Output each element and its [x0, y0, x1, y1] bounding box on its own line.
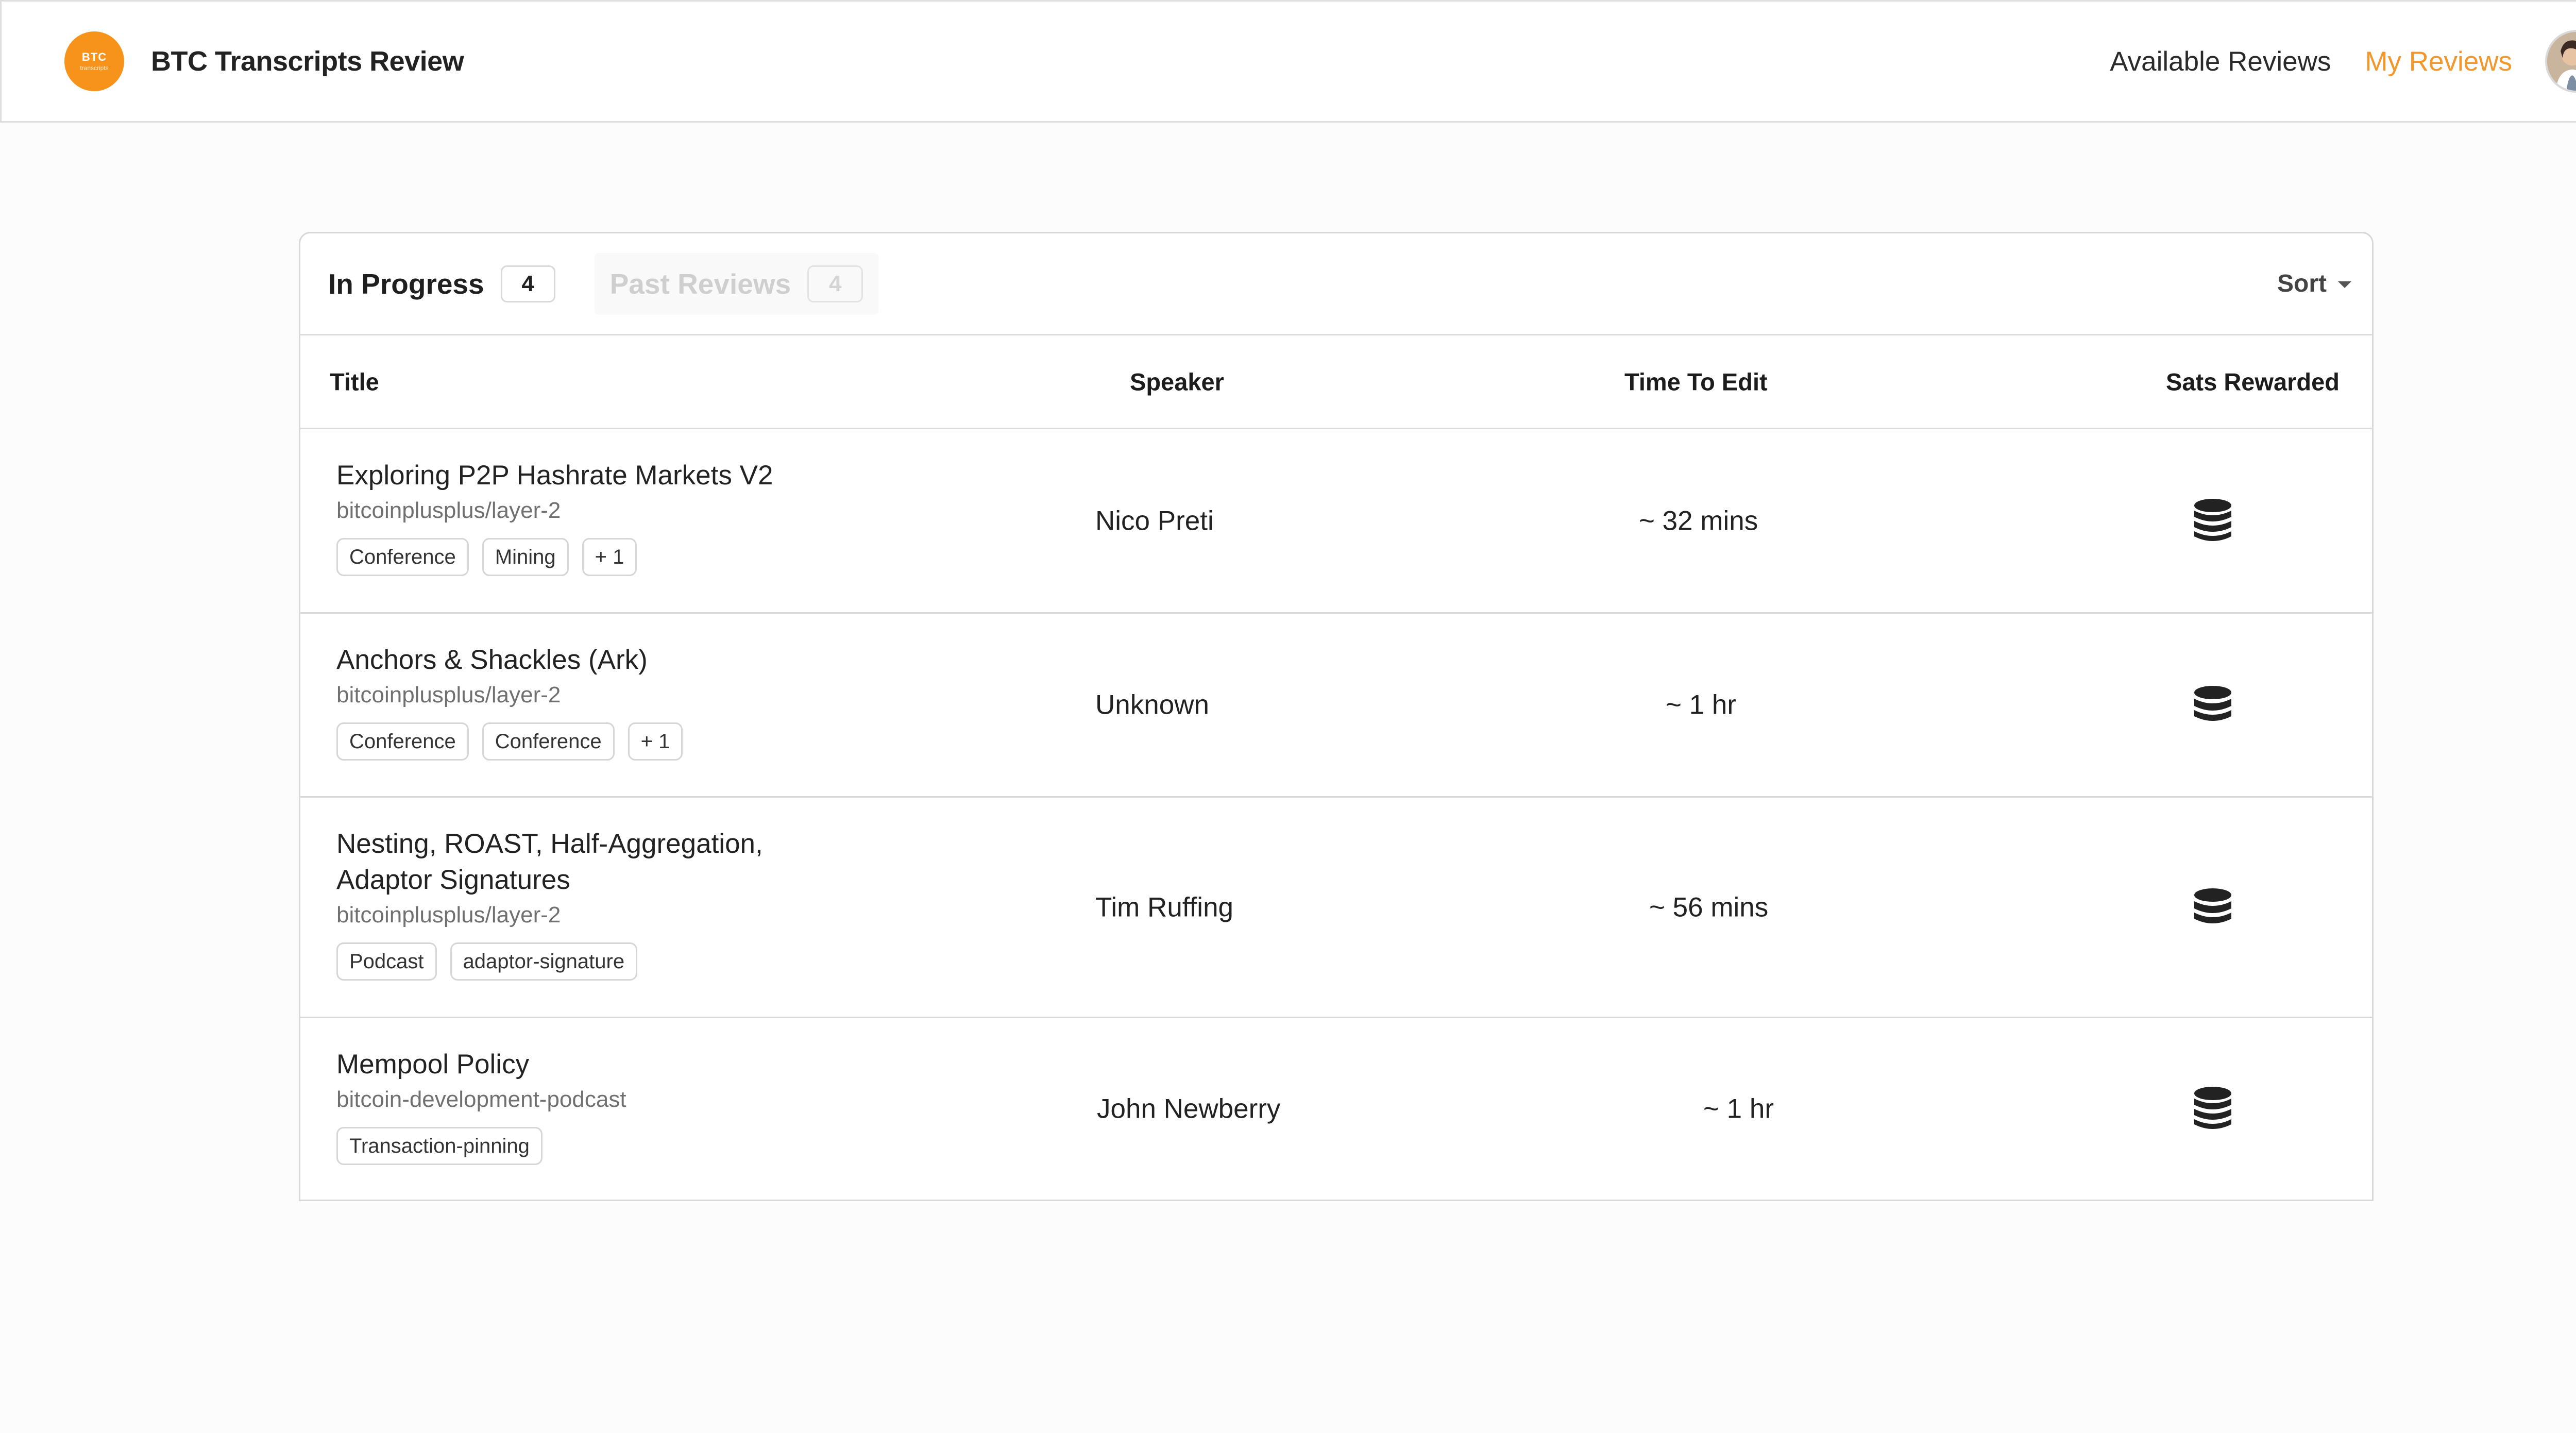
tag-chip[interactable]: Podcast	[336, 942, 437, 981]
tag-chip[interactable]: Conference	[482, 722, 615, 761]
btc-transcripts-logo[interactable]: BTC transcripts	[64, 31, 124, 91]
table-header: Title Speaker Time To Edit Sats Rewarded	[300, 335, 2372, 429]
title-cell: Mempool Policy bitcoin-development-podca…	[336, 1047, 626, 1165]
top-navbar: BTC transcripts BTC Transcripts Review A…	[0, 0, 2576, 123]
transcript-title-line: Adaptor Signatures	[336, 865, 570, 895]
tabs-bar: In Progress 4 Past Reviews 4 Sort	[300, 233, 2372, 335]
transcript-repo: bitcoinplusplus/layer-2	[336, 498, 561, 523]
title-cell: Exploring P2P Hashrate Markets V2 bitcoi…	[336, 458, 773, 576]
time-to-edit-cell: ~ 56 mins	[1649, 892, 1769, 922]
coin-stack-icon	[2194, 1087, 2231, 1129]
tab-past-reviews[interactable]: Past Reviews 4	[594, 252, 879, 315]
tab-past-reviews-count: 4	[807, 265, 863, 302]
user-avatar-icon	[2547, 32, 2576, 91]
tag-chip[interactable]: Conference	[336, 722, 469, 761]
transcript-repo: bitcoinplusplus/layer-2	[336, 902, 561, 928]
title-cell: Nesting, ROAST, Half-Aggregation, Adapto…	[336, 826, 763, 981]
logo-text-line2: transcripts	[80, 64, 109, 72]
sort-label: Sort	[2277, 270, 2327, 297]
speaker-cell: Nico Preti	[1095, 505, 1214, 536]
sort-dropdown[interactable]: Sort	[2277, 269, 2351, 298]
main-nav: Available Reviews My Reviews	[2110, 30, 2576, 93]
app-title[interactable]: BTC Transcripts Review	[151, 45, 464, 77]
caret-down-icon	[2338, 281, 2351, 288]
table-row[interactable]: Exploring P2P Hashrate Markets V2 bitcoi…	[300, 429, 2372, 614]
table-row[interactable]: Nesting, ROAST, Half-Aggregation, Adapto…	[300, 798, 2372, 1018]
tag-list: Podcast adaptor-signature	[336, 942, 763, 981]
tag-chip[interactable]: adaptor-signature	[450, 942, 638, 981]
time-to-edit-cell: ~ 1 hr	[1666, 689, 1737, 720]
coin-stack-icon	[2194, 498, 2231, 541]
logo-text-line1: BTC	[81, 50, 107, 63]
speaker-cell: Tim Ruffing	[1095, 892, 1234, 922]
speaker-cell: Unknown	[1095, 689, 1209, 720]
transcript-title-line: Nesting, ROAST, Half-Aggregation,	[336, 829, 763, 859]
column-header-speaker[interactable]: Speaker	[1130, 367, 1224, 396]
column-header-sats-rewarded[interactable]: Sats Rewarded	[2166, 367, 2340, 396]
nav-available-reviews[interactable]: Available Reviews	[2110, 46, 2331, 77]
transcript-title[interactable]: Mempool Policy	[336, 1047, 626, 1083]
time-to-edit-cell: ~ 32 mins	[1639, 505, 1758, 536]
transcript-repo: bitcoin-development-podcast	[336, 1087, 626, 1112]
transcript-title[interactable]: Exploring P2P Hashrate Markets V2	[336, 458, 773, 494]
time-to-edit-cell: ~ 1 hr	[1703, 1093, 1774, 1124]
tag-more-chip[interactable]: + 1	[582, 538, 637, 576]
brand[interactable]: BTC transcripts BTC Transcripts Review	[64, 31, 464, 91]
coin-stack-icon	[2194, 888, 2231, 923]
tab-past-reviews-label: Past Reviews	[609, 267, 791, 300]
tag-list: Transaction-pinning	[336, 1127, 626, 1165]
tag-chip[interactable]: Mining	[482, 538, 569, 576]
reviews-card: In Progress 4 Past Reviews 4 Sort Title …	[299, 232, 2374, 1201]
transcript-repo: bitcoinplusplus/layer-2	[336, 682, 561, 707]
review-tabs: In Progress 4 Past Reviews 4	[313, 252, 879, 315]
tab-in-progress[interactable]: In Progress 4	[313, 252, 571, 315]
tag-chip[interactable]: Transaction-pinning	[336, 1127, 543, 1165]
title-cell: Anchors & Shackles (Ark) bitcoinplusplus…	[336, 642, 683, 761]
tag-list: Conference Mining + 1	[336, 538, 773, 576]
table-row[interactable]: Anchors & Shackles (Ark) bitcoinplusplus…	[300, 614, 2372, 798]
coin-stack-icon	[2194, 686, 2231, 721]
table-row[interactable]: Mempool Policy bitcoin-development-podca…	[300, 1018, 2372, 1200]
speaker-cell: John Newberry	[1097, 1093, 1281, 1124]
tab-in-progress-count: 4	[500, 265, 555, 302]
column-header-time-to-edit[interactable]: Time To Edit	[1624, 367, 1768, 396]
tag-chip[interactable]: Conference	[336, 538, 469, 576]
tag-list: Conference Conference + 1	[336, 722, 683, 761]
column-header-title[interactable]: Title	[330, 367, 379, 396]
tab-in-progress-label: In Progress	[328, 267, 484, 300]
user-avatar[interactable]	[2545, 30, 2576, 93]
transcript-title[interactable]: Anchors & Shackles (Ark)	[336, 642, 683, 678]
transcript-title[interactable]: Nesting, ROAST, Half-Aggregation, Adapto…	[336, 826, 763, 898]
nav-my-reviews[interactable]: My Reviews	[2365, 46, 2512, 77]
tag-more-chip[interactable]: + 1	[628, 722, 683, 761]
